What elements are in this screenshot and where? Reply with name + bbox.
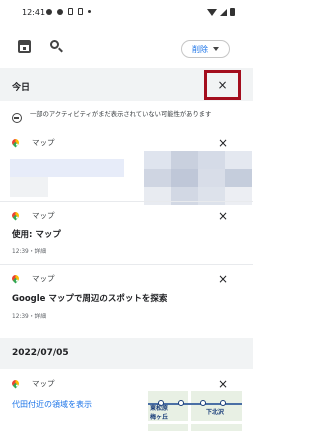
status-time: 12:41	[22, 8, 46, 17]
blurred-thumbnail	[10, 159, 124, 199]
station-icon	[200, 400, 206, 406]
map-label: 梅ヶ丘	[150, 414, 169, 421]
section-header-today: 今日 ×	[0, 68, 253, 101]
station-icon	[220, 400, 226, 406]
delete-item-button[interactable]: ×	[216, 272, 230, 286]
app-header: 削除	[0, 32, 253, 64]
storage-notification-icon	[78, 8, 83, 15]
battery-icon	[230, 8, 235, 16]
activity-title[interactable]: 使用: マップ	[12, 228, 61, 240]
map-area-link[interactable]: 代田付近の領域を表示	[12, 399, 92, 410]
delete-dropdown-label: 削除	[192, 44, 208, 54]
notice-text: 一部のアクティビティがまだ表示されていない可能性があります	[30, 111, 212, 118]
close-icon: ×	[217, 377, 229, 391]
section-title-today: 今日	[12, 83, 31, 93]
status-bar: 12:41	[0, 0, 253, 30]
close-icon: ×	[217, 78, 228, 92]
activity-meta[interactable]: 12:39・詳細	[12, 246, 46, 255]
message-notification-icon	[57, 8, 63, 15]
dot-notification-icon	[88, 10, 91, 13]
calendar-icon[interactable]	[18, 40, 31, 53]
station-icon	[178, 400, 184, 406]
app-name: マップ	[32, 211, 55, 220]
section-header-date: 2022/07/05	[0, 338, 253, 369]
divider	[0, 201, 253, 202]
close-icon: ×	[217, 272, 229, 286]
delete-dropdown-button[interactable]: 削除	[181, 40, 230, 58]
app-name: マップ	[32, 138, 55, 147]
sim-notification-icon	[68, 8, 73, 15]
maps-pin-icon	[10, 210, 21, 221]
chevron-down-icon	[213, 47, 219, 51]
maps-pin-icon	[10, 273, 21, 284]
map-label: 下北沢	[206, 409, 225, 416]
chat-notification-icon	[46, 8, 52, 15]
activity-title[interactable]: Google マップで周辺のスポットを探索	[12, 292, 167, 304]
search-icon[interactable]	[50, 40, 64, 54]
map-label: 東松原	[150, 405, 169, 412]
app-name: マップ	[32, 274, 55, 283]
signal-icon	[220, 8, 227, 16]
activity-card[interactable]: マップ × 使用: マップ 12:39・詳細	[0, 209, 253, 264]
app-name: マップ	[32, 379, 55, 388]
delete-today-button[interactable]: ×	[204, 70, 241, 100]
divider	[0, 264, 253, 265]
delete-item-button[interactable]: ×	[216, 209, 230, 223]
activity-card[interactable]: マップ × 代田付近の領域を表示 東松原 梅ヶ丘 下北沢	[0, 377, 253, 433]
maps-pin-icon	[10, 378, 21, 389]
sync-pending-icon	[12, 113, 22, 123]
delete-item-button[interactable]: ×	[216, 136, 230, 150]
wifi-icon	[207, 8, 217, 16]
map-thumbnail[interactable]: 東松原 梅ヶ丘 下北沢	[148, 391, 242, 431]
activity-meta[interactable]: 12:39・詳細	[12, 311, 46, 320]
section-title-date: 2022/07/05	[12, 348, 69, 358]
activity-card[interactable]: マップ ×	[0, 136, 253, 206]
activity-notice: 一部のアクティビティがまだ表示されていない可能性があります	[0, 108, 253, 132]
maps-pin-icon	[10, 137, 21, 148]
close-icon: ×	[217, 136, 229, 150]
close-icon: ×	[217, 209, 229, 223]
delete-item-button[interactable]: ×	[216, 377, 230, 391]
activity-card[interactable]: マップ × Google マップで周辺のスポットを探索 12:39・詳細	[0, 272, 253, 330]
blurred-thumbnail	[144, 151, 252, 205]
